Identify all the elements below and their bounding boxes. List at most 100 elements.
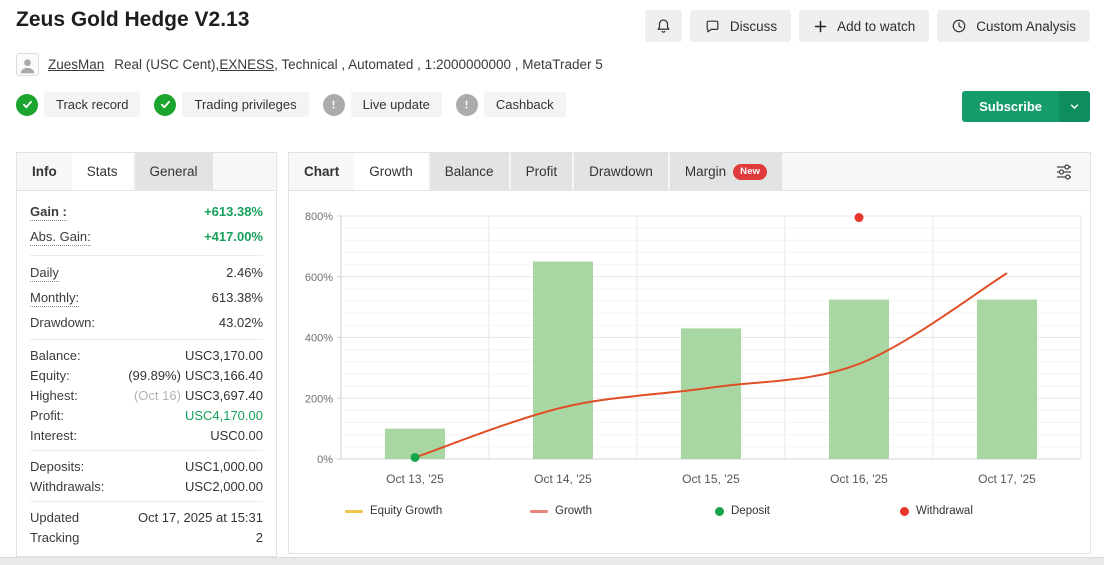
badge-label: Trading privileges [182,92,308,117]
tab-label: General [150,164,198,179]
subscribe-button[interactable]: Subscribe [962,91,1059,122]
person-icon [18,56,37,75]
divider [30,339,263,340]
chevron-down-icon [1068,100,1081,113]
stat-group: UpdatedOct 17, 2025 at 15:31Tracking2 [30,507,263,547]
stat-value: USC3,170.00 [185,348,263,363]
stat-label: Interest: [30,428,77,443]
svg-text:Oct 16, '25: Oct 16, '25 [830,472,888,486]
stat-label: Monthly: [30,290,79,307]
chart-card-tabs: Chart Growth Balance Profit Drawdown MarginNe… [289,153,1090,191]
legend-item-growth: Growth [526,505,711,517]
chart-tab-margin[interactable]: MarginNew [670,153,782,190]
svg-text:Oct 17, '25: Oct 17, '25 [978,472,1036,486]
username-link[interactable]: ZuesMan [48,57,104,72]
svg-text:800%: 800% [305,211,333,223]
divider [30,501,263,502]
svg-text:Oct 13, '25: Oct 13, '25 [386,472,444,486]
stat-row-highest: Highest: (Oct 16)USC3,697.40 [30,385,263,405]
stat-value: 43.02% [219,315,263,330]
stat-label: Highest: [30,388,78,403]
stat-group: Deposits:USC1,000.00Withdrawals:USC2,000… [30,456,263,496]
stats-tab-info[interactable]: Info [17,153,72,190]
bar-oct-17-25[interactable] [977,300,1037,459]
stat-value: 613.38% [212,290,263,305]
svg-text:0%: 0% [317,454,333,466]
stat-row-interest: Interest:USC0.00 [30,425,263,445]
badge-label: Cashback [484,92,566,117]
stat-row-deposits: Deposits:USC1,000.00 [30,456,263,476]
chart-tab-balance[interactable]: Balance [430,153,509,190]
stats-card-tabs: Info Stats General [17,153,276,191]
clock-icon [951,18,967,34]
stat-value: USC4,170.00 [185,408,263,423]
custom-analysis-button[interactable]: Custom Analysis [937,10,1090,42]
stat-value: +417.00% [204,229,263,244]
stat-row-gain: Gain :+613.38% [30,200,263,225]
stat-group: Daily2.46% Monthly: 613.38% Drawdown: 43.02% [30,261,263,334]
check-icon [16,94,38,116]
stats-tab-stats[interactable]: Stats [72,153,133,190]
chart-settings-button[interactable] [1051,160,1077,186]
withdrawal-marker[interactable] [855,213,864,222]
legend-item-equity-growth: Equity Growth [341,505,526,517]
exclamation-icon [456,94,478,116]
add-to-watch-button[interactable]: Add to watch [799,10,929,42]
button-label: Custom Analysis [976,19,1076,34]
page-bottom-strip [0,557,1104,565]
stat-value-prefix: (Oct 16) [134,388,181,403]
chat-icon [704,18,721,35]
legend-label: Growth [555,505,592,517]
chart-tab-drawdown[interactable]: Drawdown [574,153,668,190]
stat-row-equity: Equity:(99.89%)USC3,166.40 [30,365,263,385]
chart-tab-profit[interactable]: Profit [511,153,573,190]
growth-chart[interactable]: 0%200%400%600%800%Oct 13, '25Oct 14, '25… [289,191,1090,523]
svg-text:Oct 15, '25: Oct 15, '25 [682,472,740,486]
header-actions: DiscussAdd to watch Custom Analysis [645,10,1090,42]
chart-tab-growth[interactable]: Growth [354,153,428,190]
broker-link[interactable]: EXNESS [219,57,274,72]
stat-row-daily: Daily2.46% [30,261,263,286]
subscribe-split-button: Subscribe [962,91,1090,122]
stat-label: Balance: [30,348,81,363]
subscribe-dropdown-toggle[interactable] [1059,91,1090,122]
stat-value: USC1,000.00 [185,459,263,474]
tab-label: Balance [445,164,494,179]
legend-label: Equity Growth [370,505,442,517]
svg-text:200%: 200% [305,393,333,405]
bar-oct-16-25[interactable] [829,300,889,459]
bar-oct-14-25[interactable] [533,262,593,459]
stats-tab-general[interactable]: General [135,153,213,190]
legend-item-withdrawal: Withdrawal [896,505,1081,517]
legend-swatch [530,510,548,513]
notifications-button[interactable] [645,10,682,42]
account-detail-text: , Technical , Automated , 1:2000000000 ,… [274,57,603,72]
tune-icon [1053,170,1075,185]
discuss-button[interactable]: Discuss [690,10,791,42]
divider [30,255,263,256]
stat-row-withdrawals: Withdrawals:USC2,000.00 [30,476,263,496]
bar-oct-15-25[interactable] [681,328,741,459]
tab-label: Info [32,164,57,179]
stat-label: Daily [30,265,59,282]
legend-swatch [715,507,724,516]
page-title: Zeus Gold Hedge V2.13 [16,8,249,32]
new-badge: New [733,164,767,180]
stat-row-monthly: Monthly: 613.38% [30,286,263,311]
stat-row-abs-gain: Abs. Gain:+417.00% [30,225,263,250]
tab-label: Drawdown [589,164,653,179]
tab-label: Growth [369,164,413,179]
divider [30,450,263,451]
badge-label: Live update [351,92,442,117]
stat-value: (Oct 16)USC3,697.40 [134,388,263,403]
tab-label: Profit [526,164,558,179]
svg-text:600%: 600% [305,272,333,284]
tab-label: Chart [304,164,339,179]
badge-trading-privileges: Trading privileges [154,92,308,117]
stat-group: Gain :+613.38%Abs. Gain:+417.00% [30,200,263,250]
legend-item-deposit: Deposit [711,505,896,517]
stat-label: Drawdown: [30,315,95,330]
chart-tab-chart[interactable]: Chart [289,153,354,190]
deposit-marker[interactable] [411,453,420,462]
stat-group: Balance: USC3,170.00 Equity:(99.89%)USC3,1… [30,345,263,445]
